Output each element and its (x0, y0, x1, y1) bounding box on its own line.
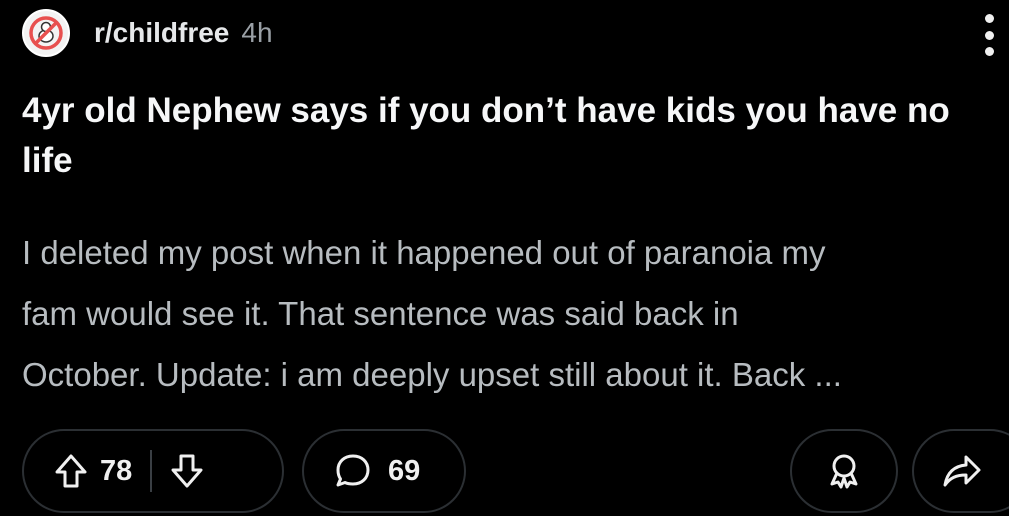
childfree-logo-icon (29, 16, 63, 50)
share-button[interactable] (912, 429, 1009, 513)
post-body-preview[interactable]: I deleted my post when it happened out o… (22, 222, 1007, 405)
post-age: 4h (241, 17, 273, 48)
vote-divider (150, 450, 153, 492)
upvote-button[interactable] (54, 453, 88, 489)
menu-dot (984, 47, 994, 56)
body-line: I deleted my post when it happened out o… (22, 234, 826, 271)
award-icon (830, 454, 858, 489)
upvote-arrow-icon (55, 454, 87, 488)
more-options-icon[interactable] (981, 14, 997, 56)
body-line: fam would see it. That sentence was said… (22, 295, 739, 332)
share-arrow-icon (943, 455, 981, 487)
vote-score: 78 (100, 454, 133, 487)
comment-count: 69 (388, 454, 421, 487)
post-header: r/childfree 4h (22, 8, 273, 58)
subreddit-avatar[interactable] (22, 9, 70, 57)
comments-button[interactable]: 69 (302, 429, 466, 513)
vote-bar: 78 (22, 429, 284, 513)
award-button[interactable] (790, 429, 898, 513)
subreddit-name[interactable]: r/childfree (94, 17, 229, 49)
downvote-arrow-icon (171, 454, 203, 488)
downvote-button[interactable] (170, 453, 204, 489)
menu-dot (984, 14, 994, 23)
body-line: October. Update: i am deeply upset still… (22, 356, 842, 393)
post-title[interactable]: 4yr old Nephew says if you don’t have ki… (22, 86, 982, 186)
menu-dot (984, 30, 994, 40)
speech-bubble-icon (336, 454, 370, 487)
